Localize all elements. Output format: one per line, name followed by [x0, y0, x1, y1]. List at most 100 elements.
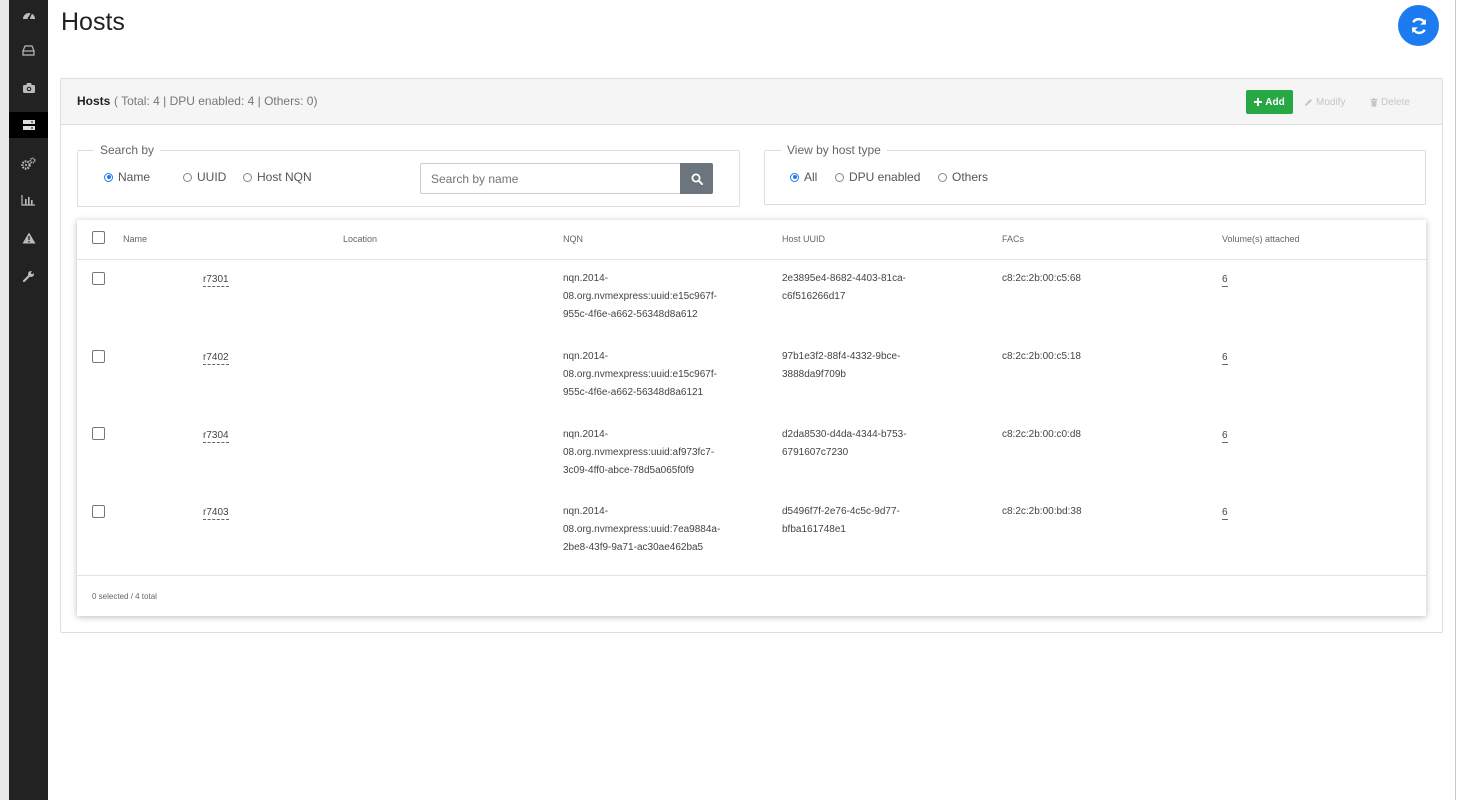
uuid-text: 97b1e3f2-88f4-4332-9bce-: [782, 351, 901, 362]
page-title: Hosts: [61, 8, 125, 36]
sidebar-item-statistics[interactable]: [9, 187, 48, 213]
volumes-attached-link[interactable]: 6: [1222, 507, 1228, 520]
add-button[interactable]: Add: [1246, 90, 1293, 114]
filter-radio-label: Others: [952, 170, 989, 184]
dashboard-icon: [22, 11, 35, 20]
search-icon: [691, 173, 703, 185]
uuid-text: 2e3895e4-8682-4403-81ca-: [782, 273, 906, 284]
panel-header: Hosts ( Total: 4 | DPU enabled: 4 | Othe…: [61, 79, 1442, 125]
table-row[interactable]: r7402 nqn.2014- 08.org.nvmexpress:uuid:e…: [77, 338, 1426, 416]
radio-selected-icon: [790, 172, 799, 182]
column-header-name[interactable]: Name: [123, 234, 147, 244]
search-radio-label: Name: [118, 170, 151, 184]
view-by-legend: View by host type: [787, 143, 881, 157]
server-icon: [22, 120, 35, 130]
nqn-text: 08.org.nvmexpress:uuid:af973fc7-: [563, 447, 715, 458]
column-header-host-uuid[interactable]: Host UUID: [782, 234, 825, 244]
host-uuid-cell: d2da8530-d4da-4344-b753- 6791607c7230: [782, 426, 907, 462]
uuid-text: 3888da9f709b: [782, 369, 846, 380]
search-radio-name[interactable]: Name: [104, 170, 150, 184]
column-header-facs[interactable]: FACs: [1002, 234, 1024, 244]
host-uuid-cell: d5496f7f-2e76-4c5c-9d77- bfba161748e1: [782, 503, 900, 539]
sidebar: [9, 0, 48, 800]
search-button[interactable]: [680, 163, 713, 194]
modify-button[interactable]: Modify: [1304, 90, 1345, 114]
search-radio-host-nqn[interactable]: Host NQN: [243, 170, 312, 184]
uuid-text: c6f516266d17: [782, 291, 846, 302]
sidebar-item-settings[interactable]: [9, 150, 48, 176]
table-row[interactable]: r7403 nqn.2014- 08.org.nvmexpress:uuid:7…: [77, 494, 1426, 572]
camera-icon: [22, 83, 35, 93]
row-checkbox[interactable]: [92, 272, 105, 285]
modify-button-label: Modify: [1316, 96, 1346, 108]
bar-chart-icon: [21, 195, 35, 206]
nqn-cell: nqn.2014- 08.org.nvmexpress:uuid:e15c967…: [563, 348, 717, 402]
nqn-text: 955c-4f6e-a662-56348d8a6121: [563, 387, 704, 398]
host-name-link[interactable]: r7403: [203, 507, 229, 520]
filter-radio-all[interactable]: All: [790, 170, 817, 184]
nqn-text: nqn.2014-: [563, 429, 609, 440]
volumes-attached-link[interactable]: 6: [1222, 352, 1228, 365]
refresh-button[interactable]: [1398, 5, 1439, 46]
column-header-nqn[interactable]: NQN: [563, 234, 583, 244]
uuid-text: d5496f7f-2e76-4c5c-9d77-: [782, 506, 900, 517]
row-checkbox[interactable]: [92, 350, 105, 363]
sidebar-item-tools[interactable]: [9, 263, 48, 289]
column-header-volumes-attached[interactable]: Volume(s) attached: [1222, 234, 1300, 244]
sidebar-item-hosts[interactable]: [9, 112, 48, 138]
uuid-text: d2da8530-d4da-4344-b753-: [782, 429, 907, 440]
row-checkbox[interactable]: [92, 505, 105, 518]
nqn-cell: nqn.2014- 08.org.nvmexpress:uuid:af973fc…: [563, 426, 714, 480]
hosts-table: Name Location NQN Host UUID FACs Volume(…: [77, 220, 1426, 616]
search-input[interactable]: [420, 163, 681, 194]
delete-button-label: Delete: [1381, 96, 1410, 108]
radio-icon: [938, 172, 947, 182]
nqn-text: 955c-4f6e-a662-56348d8a612: [563, 309, 698, 320]
table-row[interactable]: r7301 nqn.2014- 08.org.nvmexpress:uuid:e…: [77, 260, 1426, 338]
radio-icon: [835, 172, 844, 182]
select-all-checkbox[interactable]: [92, 231, 105, 244]
volumes-attached-link[interactable]: 6: [1222, 274, 1228, 287]
nqn-text: 08.org.nvmexpress:uuid:e15c967f-: [563, 369, 717, 380]
filter-radio-label: DPU enabled: [849, 170, 921, 184]
nqn-text: 08.org.nvmexpress:uuid:7ea9884a-: [563, 524, 721, 535]
sidebar-item-drives[interactable]: [9, 37, 48, 63]
host-name-link[interactable]: r7402: [203, 352, 229, 365]
filter-radio-label: All: [804, 170, 818, 184]
filter-radio-others[interactable]: Others: [938, 170, 988, 184]
pencil-icon: [1305, 98, 1312, 106]
nqn-cell: nqn.2014- 08.org.nvmexpress:uuid:e15c967…: [563, 270, 717, 324]
trash-icon: [1370, 97, 1378, 107]
sidebar-item-snapshots[interactable]: [9, 75, 48, 101]
uuid-text: 6791607c7230: [782, 447, 849, 458]
delete-button[interactable]: Delete: [1370, 90, 1410, 114]
wrench-icon: [22, 270, 34, 282]
right-window-edge: [1455, 0, 1456, 800]
volumes-attached-link[interactable]: 6: [1222, 430, 1228, 443]
row-checkbox[interactable]: [92, 427, 105, 440]
facs-cell: c8:2c:2b:00:c5:68: [1002, 273, 1081, 284]
nqn-text: nqn.2014-: [563, 273, 609, 284]
host-name-link[interactable]: r7301: [203, 274, 229, 287]
add-button-label: Add: [1265, 96, 1285, 108]
column-header-location[interactable]: Location: [343, 234, 377, 244]
sidebar-item-alerts[interactable]: [9, 225, 48, 251]
search-by-legend: Search by: [100, 143, 155, 157]
host-uuid-cell: 2e3895e4-8682-4403-81ca- c6f516266d17: [782, 270, 906, 306]
selection-count: 0 selected / 4 total: [92, 592, 157, 601]
table-row[interactable]: r7304 nqn.2014- 08.org.nvmexpress:uuid:a…: [77, 416, 1426, 494]
nqn-text: 3c09-4ff0-abce-78d5a065f0f9: [563, 465, 695, 476]
filter-radio-dpu-enabled[interactable]: DPU enabled: [835, 170, 920, 184]
radio-selected-icon: [104, 172, 113, 182]
uuid-text: bfba161748e1: [782, 524, 846, 535]
sidebar-item-dashboard[interactable]: [9, 1, 48, 27]
host-uuid-cell: 97b1e3f2-88f4-4332-9bce- 3888da9f709b: [782, 348, 900, 384]
facs-cell: c8:2c:2b:00:c0:d8: [1002, 429, 1081, 440]
table-header: Name Location NQN Host UUID FACs Volume(…: [77, 220, 1426, 260]
plus-icon: [1254, 98, 1263, 106]
gears-icon: [21, 156, 36, 170]
radio-icon: [183, 172, 192, 182]
search-radio-uuid[interactable]: UUID: [183, 170, 226, 184]
host-name-link[interactable]: r7304: [203, 430, 229, 443]
nqn-cell: nqn.2014- 08.org.nvmexpress:uuid:7ea9884…: [563, 503, 720, 557]
